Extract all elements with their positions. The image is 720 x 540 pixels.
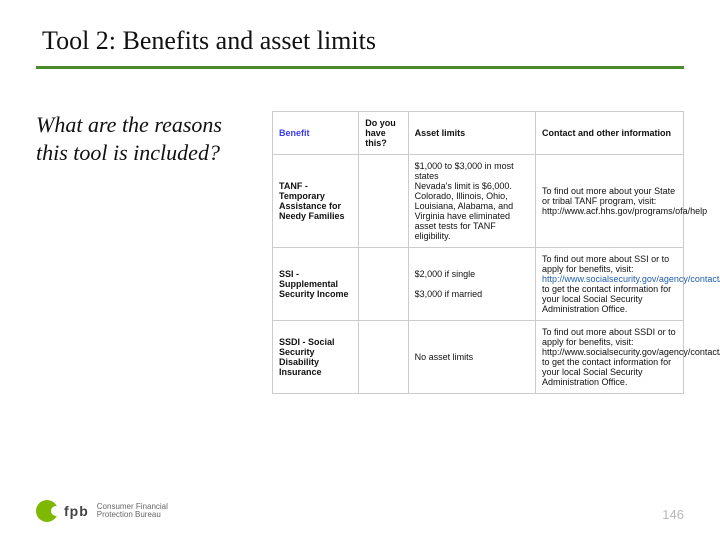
table-row: SSI - Supplemental Security Income $2,00… (273, 248, 684, 321)
question-text: What are the reasons this tool is includ… (36, 111, 250, 394)
contact-text: To find out more about SSI or to apply f… (542, 254, 669, 274)
row-benefit-label: SSDI - Social Security Disability Insura… (273, 321, 359, 394)
cfpb-c-mark-icon (36, 500, 58, 522)
row-asset-cell: $2,000 if single $3,000 if married (408, 248, 535, 321)
slide: Tool 2: Benefits and asset limits What a… (0, 0, 720, 540)
benefits-table: Benefit Do you have this? Asset limits C… (272, 111, 684, 394)
table-row: TANF - Temporary Assistance for Needy Fa… (273, 155, 684, 248)
cfpb-letters: fpb (64, 503, 89, 519)
page-number: 146 (662, 507, 684, 522)
org-line: Protection Bureau (97, 510, 161, 519)
benefits-table-wrap: Benefit Do you have this? Asset limits C… (272, 111, 684, 394)
cfpb-logo: fpb Consumer Financial Protection Bureau (36, 500, 168, 522)
col-do-you-have: Do you have this? (359, 112, 408, 155)
table-header-row: Benefit Do you have this? Asset limits C… (273, 112, 684, 155)
row-benefit-label: SSI - Supplemental Security Income (273, 248, 359, 321)
row-do-you-have-cell (359, 248, 408, 321)
col-contact: Contact and other information (536, 112, 684, 155)
row-contact-cell: To find out more about SSDI or to apply … (536, 321, 684, 394)
table-row: SSDI - Social Security Disability Insura… (273, 321, 684, 394)
row-contact-cell: To find out more about SSI or to apply f… (536, 248, 684, 321)
footer: fpb Consumer Financial Protection Bureau… (36, 500, 684, 522)
col-benefit: Benefit (273, 112, 359, 155)
row-contact-cell: To find out more about your State or tri… (536, 155, 684, 248)
row-do-you-have-cell (359, 321, 408, 394)
row-benefit-label: TANF - Temporary Assistance for Needy Fa… (273, 155, 359, 248)
row-asset-cell: $1,000 to $3,000 in most states Nevada's… (408, 155, 535, 248)
cfpb-org-name: Consumer Financial Protection Bureau (97, 503, 168, 520)
cfpb-logo-icon: fpb (36, 500, 89, 522)
contact-text: to get the contact information for your … (542, 284, 671, 314)
col-asset-limits: Asset limits (408, 112, 535, 155)
row-asset-cell: No asset limits (408, 321, 535, 394)
contact-link[interactable]: http://www.socialsecurity.gov/agency/con… (542, 274, 720, 284)
row-do-you-have-cell (359, 155, 408, 248)
content-row: What are the reasons this tool is includ… (36, 111, 684, 394)
slide-title: Tool 2: Benefits and asset limits (36, 18, 684, 69)
